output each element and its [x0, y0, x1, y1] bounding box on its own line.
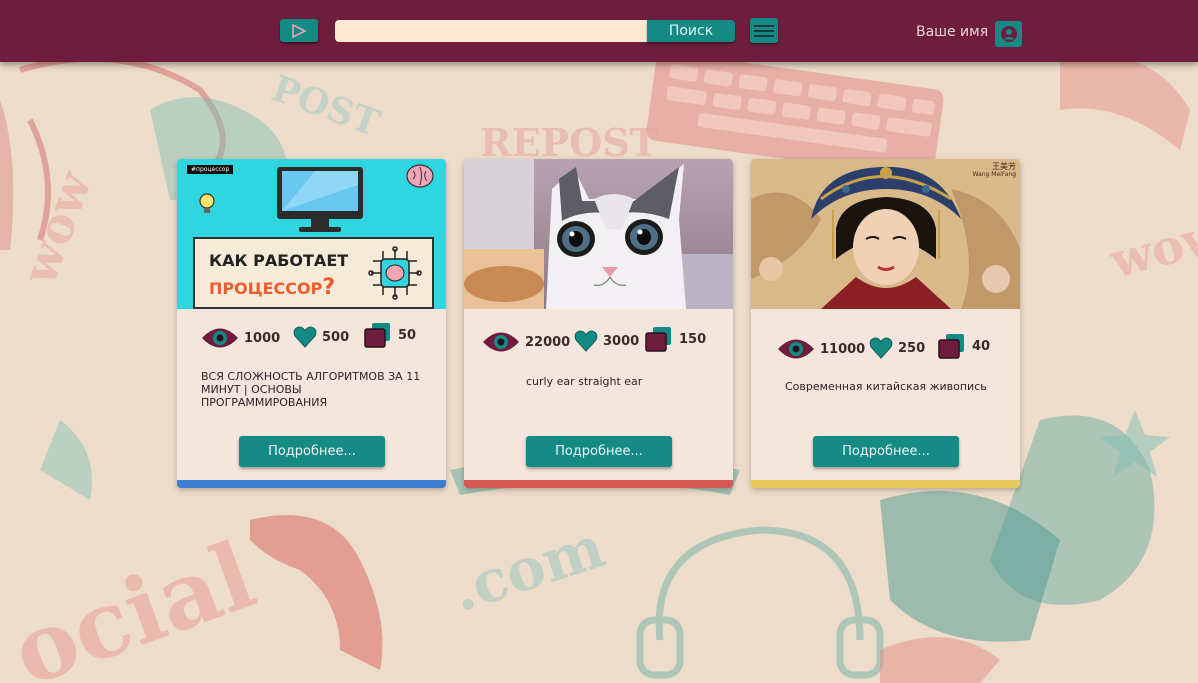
post-stats: 1000 500 50	[177, 323, 446, 355]
painting-caption-en: Wang MeiFang	[972, 171, 1016, 178]
post-description: ВСЯ СЛОЖНОСТЬ АЛГОРИТМОВ ЗА 11 МИНУТ | О…	[201, 370, 421, 409]
menu-button[interactable]	[750, 18, 778, 43]
likes-stat[interactable]: 3000	[574, 329, 639, 353]
repost-icon	[364, 323, 390, 348]
views-count: 1000	[244, 330, 281, 346]
thumbnail-banner: КАК РАБОТАЕТ ПРОЦЕССОР?	[193, 237, 434, 309]
eye-icon	[778, 339, 814, 359]
reposts-count: 50	[398, 327, 417, 343]
reposts-stat[interactable]: 40	[937, 332, 990, 360]
chip-icon	[368, 246, 422, 300]
post-thumbnail[interactable]: 王美芳 Wang MeiFang	[751, 159, 1020, 309]
card-accent-bar	[751, 480, 1020, 488]
cat-photo	[464, 159, 733, 309]
thumbnail-question-mark: ?	[322, 275, 336, 300]
post-thumbnail[interactable]	[464, 159, 733, 309]
thumbnail-title-word: ПРОЦЕССОР	[209, 279, 323, 298]
post-description: Современная китайская живопись	[785, 380, 987, 393]
card-accent-bar	[177, 480, 446, 488]
reposts-count: 150	[679, 331, 707, 347]
user-name-label[interactable]: Ваше имя	[916, 24, 988, 40]
views-stat: 1000	[201, 325, 280, 351]
repost-icon	[645, 327, 671, 352]
reposts-stat[interactable]: 50	[363, 321, 416, 349]
eye-icon	[483, 332, 519, 352]
bulb-icon	[199, 193, 215, 213]
eye-icon	[202, 328, 238, 348]
likes-count: 250	[898, 340, 926, 356]
likes-count: 3000	[603, 333, 640, 349]
post-thumbnail[interactable]: #процессор КАК РАБОТАЕТ ПРОЦЕССОР?	[177, 159, 446, 309]
avatar[interactable]	[995, 21, 1022, 47]
heart-icon	[869, 337, 893, 359]
play-button[interactable]	[280, 19, 318, 42]
views-count: 22000	[525, 334, 571, 350]
heart-icon	[293, 326, 317, 348]
details-button[interactable]: Подробнее...	[526, 436, 672, 467]
thumbnail-title-line1: КАК РАБОТАЕТ	[209, 251, 349, 270]
details-button[interactable]: Подробнее...	[813, 436, 959, 467]
user-icon	[1000, 26, 1017, 42]
search-input[interactable]	[335, 20, 647, 42]
monitor-illustration	[277, 167, 363, 232]
reposts-count: 40	[972, 338, 991, 354]
likes-stat[interactable]: 250	[869, 336, 925, 360]
reposts-stat[interactable]: 150	[644, 325, 706, 353]
details-button[interactable]: Подробнее...	[239, 436, 385, 467]
brain-icon	[406, 164, 434, 188]
views-stat: 11000	[777, 336, 865, 362]
menu-icon-line	[754, 34, 774, 37]
play-icon	[292, 23, 307, 38]
post-description: curly ear straight ear	[526, 375, 643, 388]
likes-count: 500	[322, 329, 350, 345]
thumbnail-title-line2: ПРОЦЕССОР?	[209, 275, 335, 300]
post-stats: 22000 3000 150	[464, 327, 733, 359]
header-bar: Поиск Ваше имя	[0, 0, 1198, 62]
thumbnail-tag: #процессор	[187, 165, 234, 174]
repost-icon	[938, 334, 964, 359]
heart-icon	[574, 330, 598, 352]
views-count: 11000	[820, 341, 866, 357]
painting-photo	[751, 159, 1020, 309]
search-button[interactable]: Поиск	[647, 20, 735, 42]
post-card: #процессор КАК РАБОТАЕТ ПРОЦЕССОР? 1000 …	[177, 159, 446, 488]
views-stat: 22000	[482, 329, 570, 355]
menu-icon-line	[754, 24, 774, 27]
post-card: 王美芳 Wang MeiFang 11000 250 40 Современна…	[751, 159, 1020, 488]
likes-stat[interactable]: 500	[293, 325, 349, 349]
post-card: 22000 3000 150 curly ear straight ear По…	[464, 159, 733, 488]
menu-icon-line	[754, 29, 774, 32]
post-stats: 11000 250 40	[751, 334, 1020, 366]
card-accent-bar	[464, 480, 733, 488]
